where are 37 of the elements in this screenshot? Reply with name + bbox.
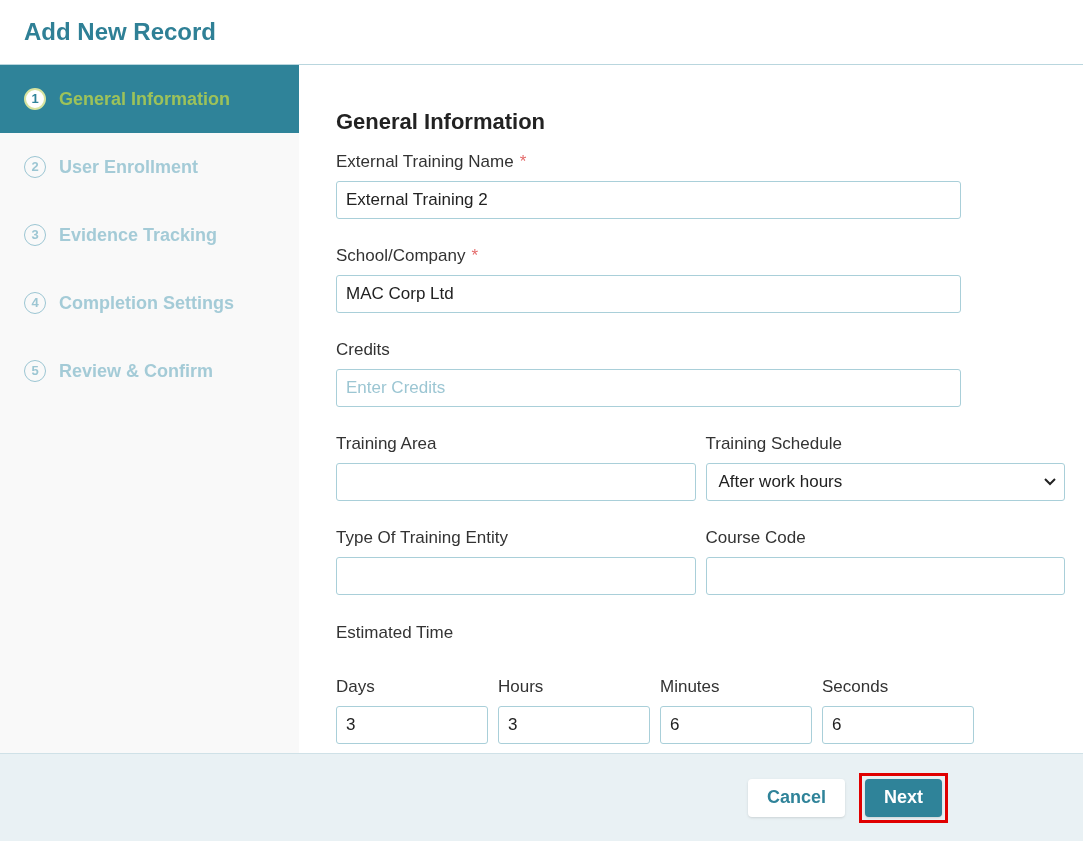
- field-label: Course Code: [705, 527, 806, 550]
- cancel-button[interactable]: Cancel: [747, 778, 845, 817]
- step-label: Evidence Tracking: [59, 223, 218, 247]
- next-button[interactable]: Next: [865, 778, 942, 817]
- window-title: Add New Record: [24, 17, 217, 47]
- step-label: General Information: [59, 87, 231, 111]
- input-field[interactable]: 6: [822, 706, 974, 744]
- input-field[interactable]: Enter Credits: [336, 369, 961, 407]
- field-label: Days: [336, 676, 375, 699]
- input-field[interactable]: MAC Corp Ltd: [336, 275, 961, 313]
- input-field[interactable]: 6: [660, 706, 812, 744]
- step-item[interactable]: 1 General Information: [0, 65, 299, 133]
- input-field[interactable]: [336, 557, 696, 595]
- field-label: Type Of Training Entity: [336, 527, 508, 550]
- section-heading: General Information: [336, 108, 547, 136]
- field-label: External Training Name: [336, 151, 514, 174]
- input-field[interactable]: [336, 463, 696, 501]
- field-label: Credits: [336, 339, 390, 362]
- dropdown[interactable]: After work hours: [705, 463, 1065, 501]
- input-field[interactable]: External Training 2: [336, 181, 961, 219]
- step-label: Review & Confirm: [59, 359, 214, 383]
- field-label: School/Company: [336, 245, 466, 268]
- chevron-down-icon: [1044, 478, 1056, 486]
- required-mark: *: [471, 245, 479, 268]
- field-label: Hours: [498, 676, 544, 699]
- field-label: Training Area: [336, 433, 437, 456]
- step-label: Completion Settings: [59, 291, 234, 315]
- step-number: 1: [24, 88, 46, 110]
- input-field[interactable]: [705, 557, 1065, 595]
- field-label: Training Schedule: [705, 433, 842, 456]
- required-mark: *: [519, 151, 527, 174]
- step-label: User Enrollment: [59, 155, 199, 179]
- input-field[interactable]: 3: [336, 706, 488, 744]
- input-field[interactable]: 3: [498, 706, 650, 744]
- field-label: Minutes: [660, 676, 720, 699]
- field-label: Seconds: [822, 676, 889, 699]
- section-label: Estimated Time: [336, 622, 455, 644]
